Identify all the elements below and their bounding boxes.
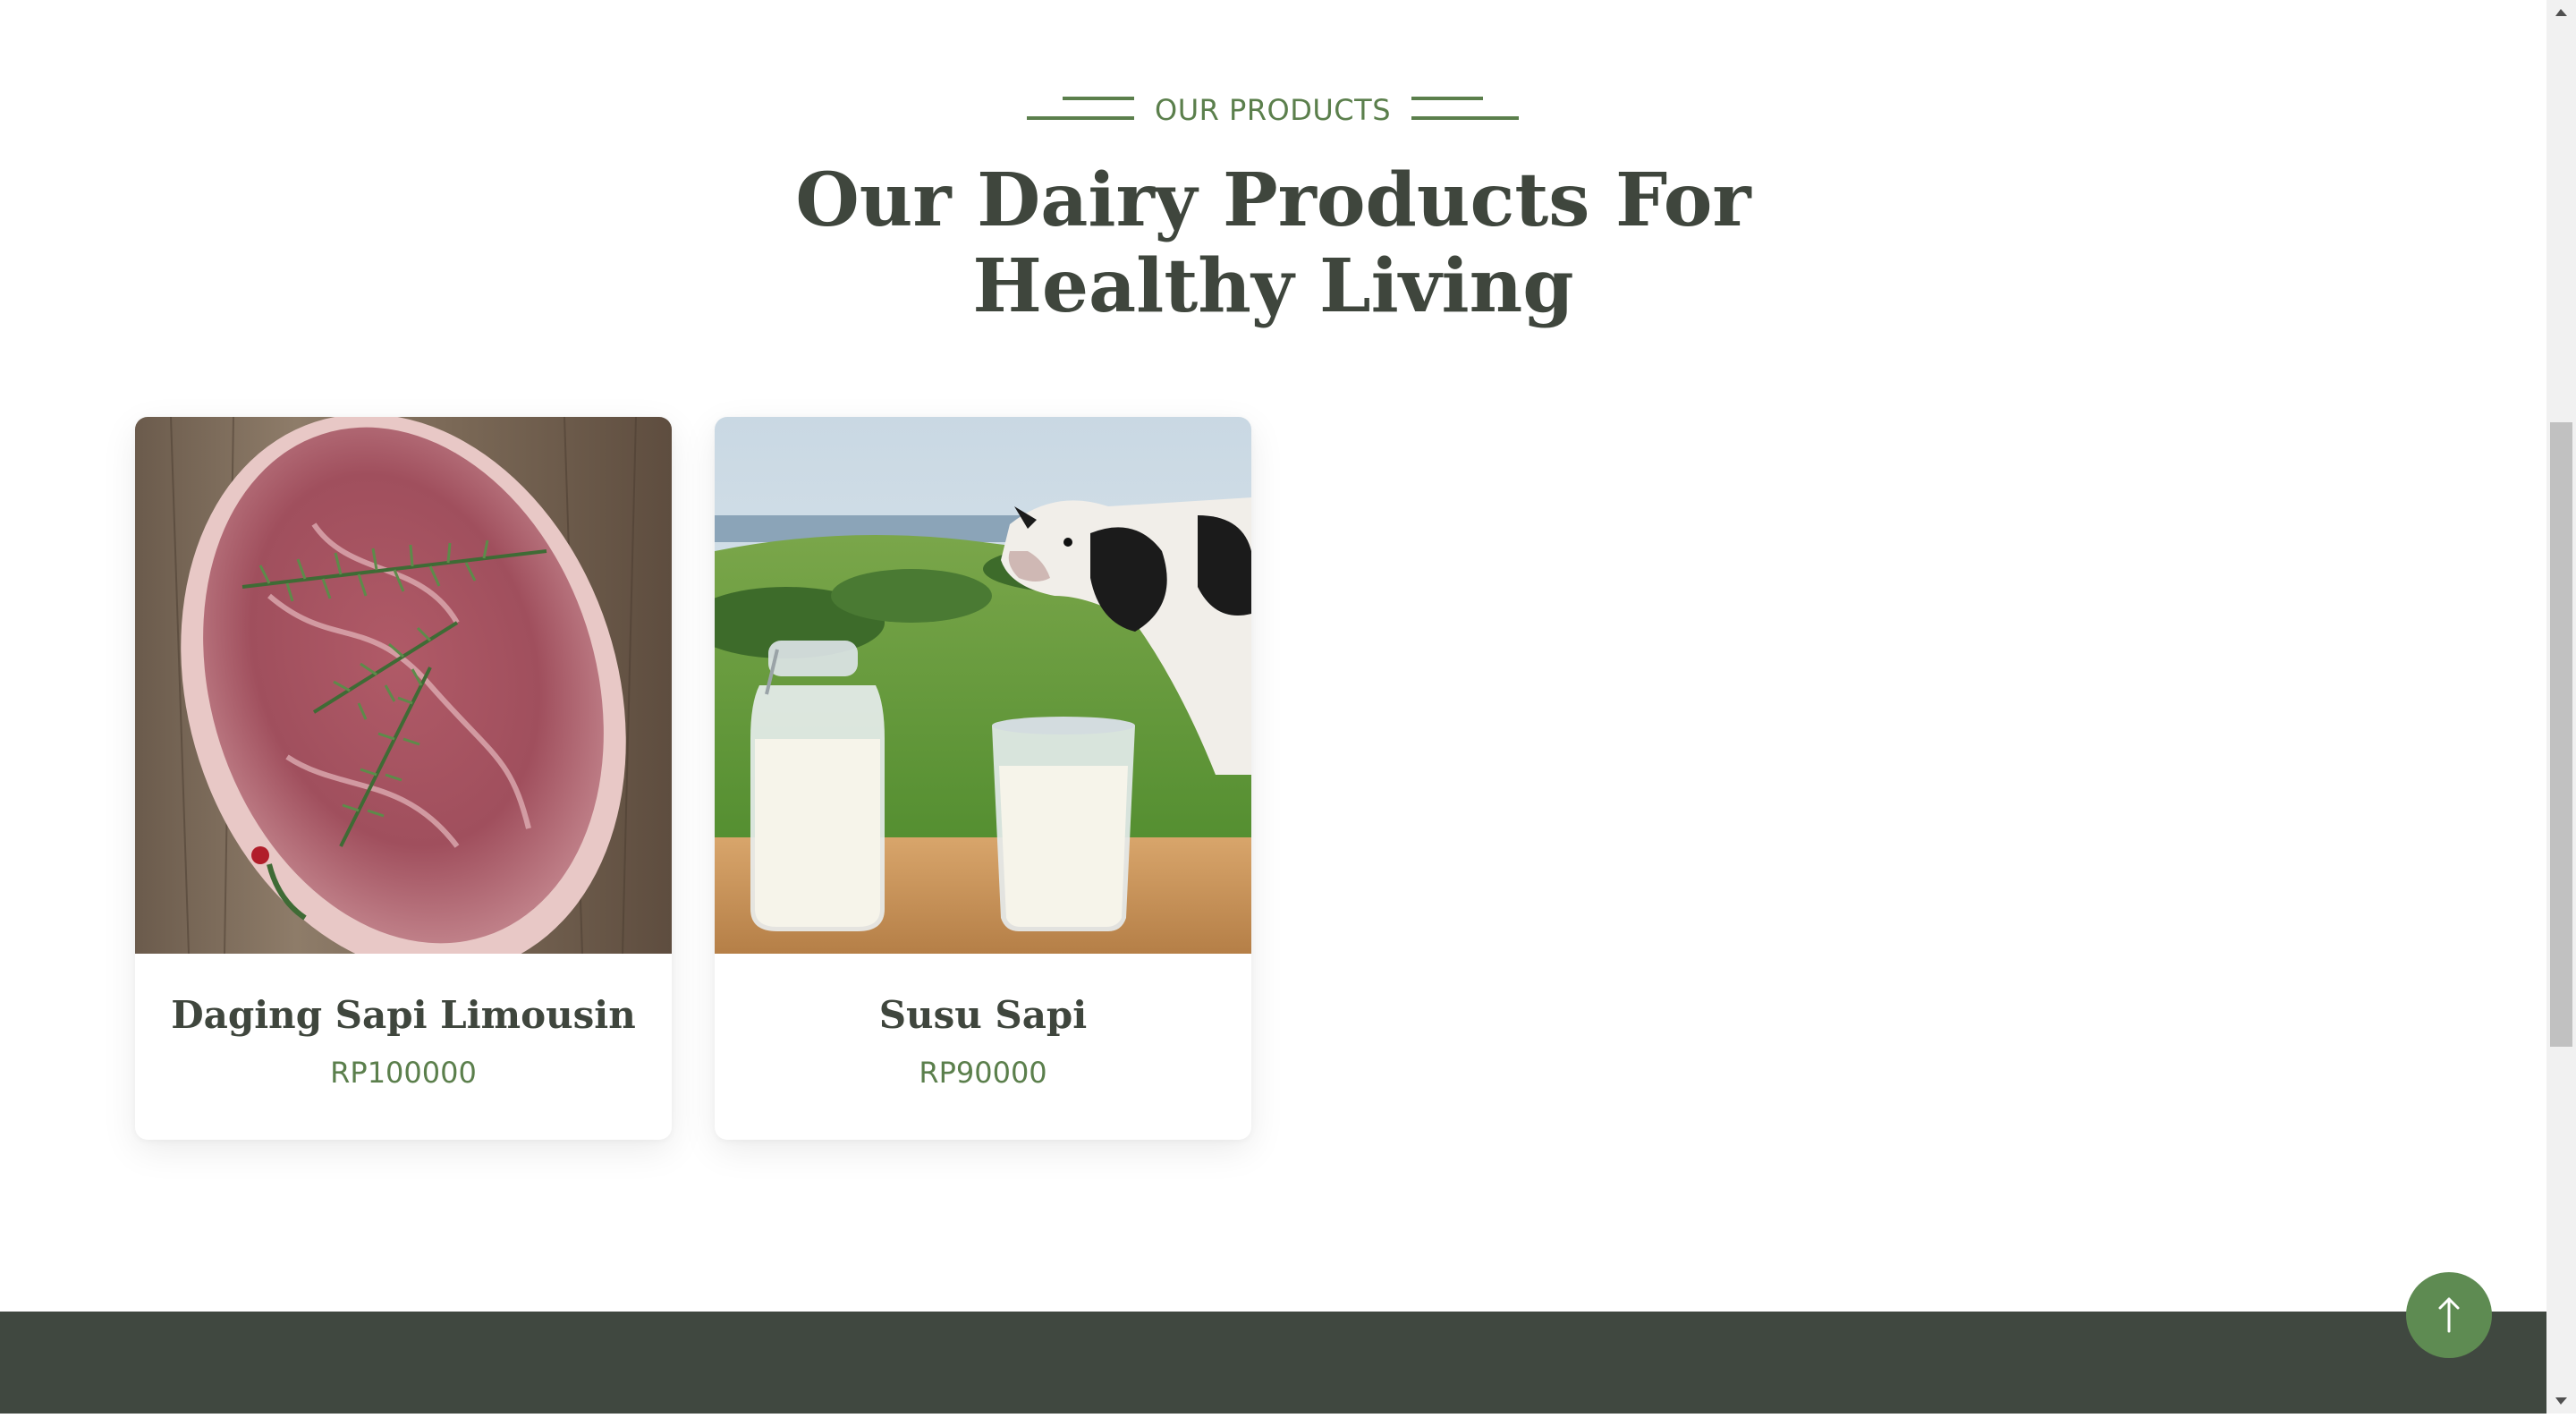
footer: [0, 1312, 2546, 1414]
eyebrow-right-lines: [1411, 97, 1519, 120]
section-title: Our Dairy Products For Healthy Living: [0, 157, 2546, 329]
scroll-up-arrow-icon[interactable]: [2546, 0, 2576, 25]
back-to-top-button[interactable]: [2406, 1272, 2492, 1358]
product-image-milk[interactable]: [715, 417, 1251, 954]
arrow-up-icon: [2406, 1272, 2492, 1358]
product-price: RP90000: [919, 1056, 1047, 1090]
section-eyebrow: OUR PRODUCTS: [0, 89, 2546, 132]
section-title-line-1: Our Dairy Products For: [795, 157, 1751, 243]
scrollbar-thumb[interactable]: [2550, 422, 2572, 1047]
product-image-beef[interactable]: [135, 417, 672, 954]
product-price: RP100000: [330, 1056, 477, 1090]
product-name[interactable]: Daging Sapi Limousin: [135, 993, 672, 1037]
product-card[interactable]: Daging Sapi Limousin RP100000: [135, 417, 672, 1140]
section-title-line-2: Healthy Living: [972, 243, 1574, 329]
page: OUR PRODUCTS Our Dairy Products For Heal…: [0, 0, 2546, 1414]
product-name[interactable]: Susu Sapi: [715, 993, 1251, 1037]
scroll-down-arrow-icon[interactable]: [2546, 1388, 2576, 1414]
product-card[interactable]: Susu Sapi RP90000: [715, 417, 1251, 1140]
vertical-scrollbar[interactable]: [2546, 0, 2576, 1414]
